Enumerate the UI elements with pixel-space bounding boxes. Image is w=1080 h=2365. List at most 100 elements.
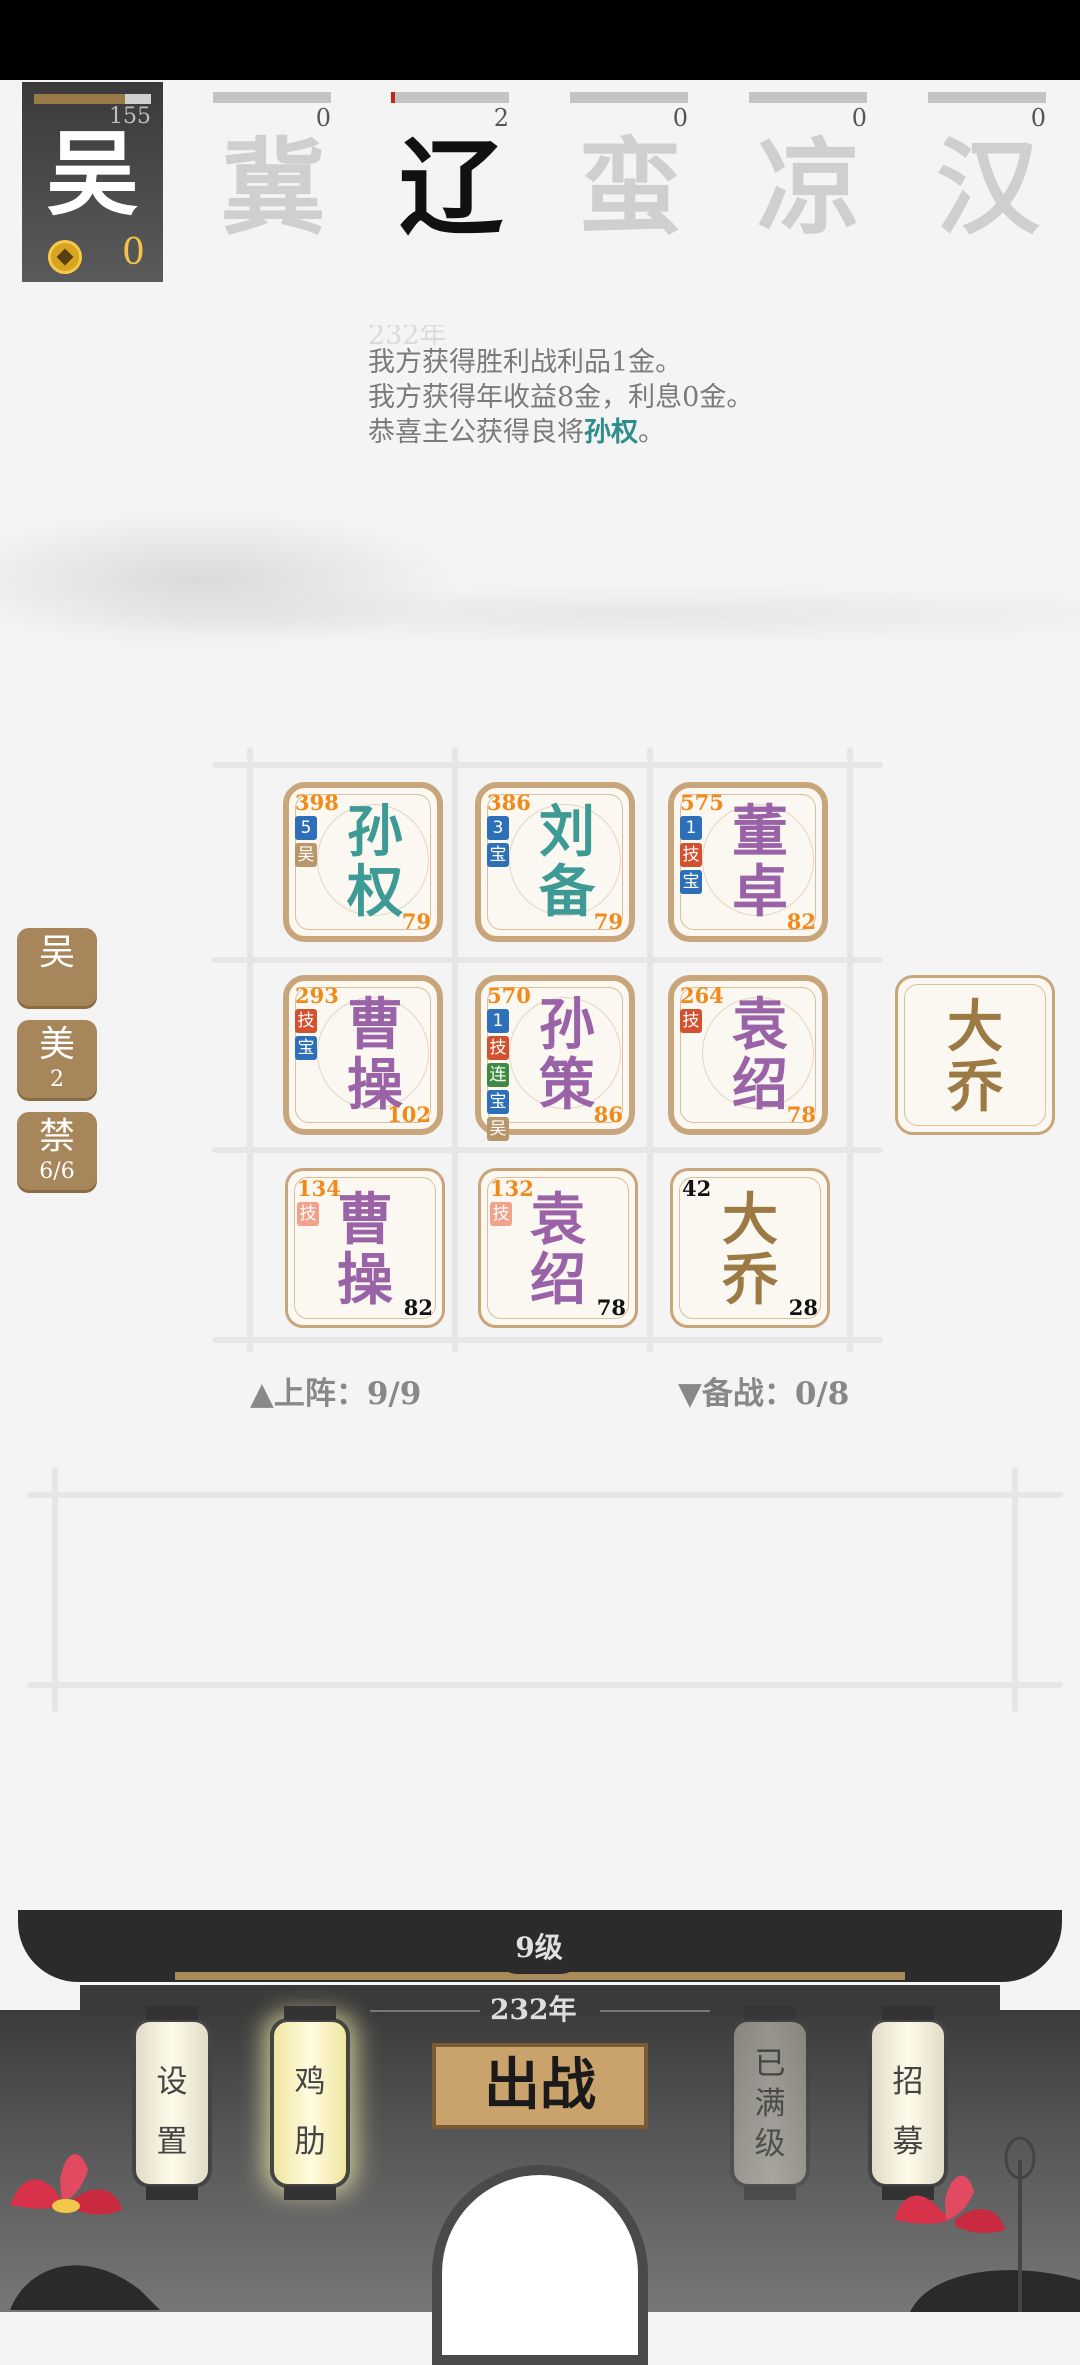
enemy-progress-bar <box>570 92 688 103</box>
unit-tile[interactable]: 293 技宝曹操 102 <box>283 975 443 1135</box>
unit-hp: 79 <box>593 909 623 934</box>
log-text: 。 <box>638 417 665 448</box>
unit-hp: 82 <box>403 1295 433 1320</box>
unit-attack: 575 <box>680 790 724 815</box>
unit-tag: 宝 <box>295 1036 317 1060</box>
enemy-faction-5[interactable]: 0 汉 <box>928 90 1048 248</box>
bench-unit-tile[interactable]: 大 乔 <box>895 975 1055 1135</box>
coin-icon <box>48 240 82 274</box>
unit-attack: 264 <box>680 983 724 1008</box>
unit-tag: 宝 <box>680 870 702 894</box>
enemy-faction-char: 蛮 <box>577 126 682 249</box>
player-progress-bar <box>34 94 151 104</box>
unit-name: 袁绍 <box>720 995 800 1115</box>
unit-hp: 86 <box>593 1102 623 1127</box>
unit-tag: 技 <box>680 1009 702 1033</box>
unit-tag: 1 <box>680 816 702 840</box>
log-line: 恭喜主公获得良将孙权。 <box>368 415 753 450</box>
status-bar <box>0 0 1080 80</box>
unit-tag: 5 <box>295 816 317 840</box>
unit-name: 大乔 <box>710 1190 790 1310</box>
enemy-progress-bar <box>213 92 331 103</box>
enemy-progress-fill <box>391 92 395 103</box>
enemy-progress-bar <box>749 92 867 103</box>
enemy-faction-1[interactable]: 0 冀 <box>213 90 333 248</box>
unit-name-char: 曹 <box>347 992 403 1058</box>
side-button-beauty[interactable]: 美 2 <box>17 1020 97 1098</box>
enemy-faction-2[interactable]: 2 辽 <box>391 90 511 248</box>
gate-arch <box>432 2165 648 2365</box>
unit-tag: 3 <box>487 816 509 840</box>
unit-tag: 技 <box>490 1202 512 1226</box>
unit-tags: 技 <box>490 1202 512 1229</box>
unit-hp: 78 <box>786 1102 816 1127</box>
unit-tags: 技宝 <box>295 1009 317 1063</box>
unit-name: 刘备 <box>527 802 607 922</box>
unit-tag: 技 <box>680 843 702 867</box>
enemy-faction-4[interactable]: 0 凉 <box>749 90 869 248</box>
lotus-flower-icon <box>895 2136 1080 2312</box>
unit-hp: 78 <box>596 1295 626 1320</box>
unit-tag: 连 <box>487 1063 509 1087</box>
enemy-faction-char: 凉 <box>756 126 861 249</box>
unit-name-char: 大 <box>722 1187 778 1253</box>
unit-name: 大 乔 <box>935 997 1015 1117</box>
player-faction-card[interactable]: 155 吴 0 <box>22 82 163 282</box>
enemy-faction-3[interactable]: 0 蛮 <box>570 90 690 248</box>
side-button-title: 吴 <box>38 932 75 973</box>
unit-tile[interactable]: 42 大乔 28 <box>670 1168 830 1328</box>
divider <box>370 2010 480 2012</box>
unit-attack: 570 <box>487 983 531 1008</box>
divider <box>600 2010 710 2012</box>
unit-tag: 技 <box>295 1009 317 1033</box>
lotus-flower-icon <box>10 2153 160 2310</box>
unit-tile[interactable]: 132 技袁绍 78 <box>478 1168 638 1328</box>
unit-name: 曹操 <box>335 995 415 1115</box>
unit-tile[interactable]: 398 5 吴孙权 79 <box>283 782 443 942</box>
level-badge: 9级 <box>492 1922 586 1974</box>
deployed-counter: ▲上阵：9/9 <box>250 1376 422 1412</box>
gold-amount: 0 <box>122 232 145 273</box>
unit-name: 孙权 <box>335 802 415 922</box>
unit-name: 曹操 <box>325 1190 405 1310</box>
rib-button[interactable]: 鸡肋 <box>270 2006 350 2200</box>
log-line-faded: 232年 <box>368 325 447 345</box>
side-button-ban[interactable]: 禁 6/6 <box>17 1112 97 1190</box>
unit-name-char: 孙 <box>539 992 595 1058</box>
log-general-name: 孙权 <box>584 417 638 448</box>
year-label: 232年 <box>490 1993 577 2026</box>
unit-name-char: 曹 <box>337 1187 393 1253</box>
unit-tile[interactable]: 386 3 宝刘备 79 <box>475 782 635 942</box>
log-line: 我方获得胜利战利品1金。 <box>368 347 683 378</box>
side-button-wu[interactable]: 吴 <box>17 928 97 1006</box>
unit-name-char: 刘 <box>539 799 595 865</box>
unit-name-char: 大 <box>947 994 1003 1060</box>
side-button-title: 禁 <box>38 1116 75 1157</box>
unit-tags: 技 <box>297 1202 319 1229</box>
player-faction-char: 吴 <box>46 120 139 228</box>
unit-name-char: 操 <box>337 1247 393 1313</box>
unit-name-char: 乔 <box>722 1247 778 1313</box>
ink-mist-decoration <box>0 505 1080 655</box>
reserve-text: 备战：0/8 <box>701 1376 850 1412</box>
unit-tile[interactable]: 575 1 技宝董卓 82 <box>668 782 828 942</box>
unit-attack: 398 <box>295 790 339 815</box>
unit-tag: 宝 <box>487 843 509 867</box>
enemy-faction-char: 冀 <box>220 126 325 249</box>
unit-tile[interactable]: 264 技袁绍 78 <box>668 975 828 1135</box>
unit-tags: 技 <box>680 1009 702 1036</box>
unit-tag: 吴 <box>295 843 317 867</box>
battle-button[interactable]: 出战 <box>432 2043 648 2129</box>
max-level-label: 已满级 <box>754 2046 786 2162</box>
unit-attack: 293 <box>295 983 339 1008</box>
unit-tag: 技 <box>487 1036 509 1060</box>
deployed-text: 上阵：9/9 <box>273 1376 422 1412</box>
enemy-progress-bar <box>928 92 1046 103</box>
unit-tag: 宝 <box>487 1090 509 1114</box>
unit-name: 孙策 <box>527 995 607 1115</box>
unit-tile[interactable]: 134 技曹操 82 <box>285 1168 445 1328</box>
max-level-button[interactable]: 已满级 <box>730 2006 810 2200</box>
log-text: 恭喜主公获得良将 <box>368 417 584 448</box>
log-line: 我方获得年收益8金，利息0金。 <box>368 382 754 413</box>
unit-tile[interactable]: 570 1 技连宝吴孙策 86 <box>475 975 635 1141</box>
